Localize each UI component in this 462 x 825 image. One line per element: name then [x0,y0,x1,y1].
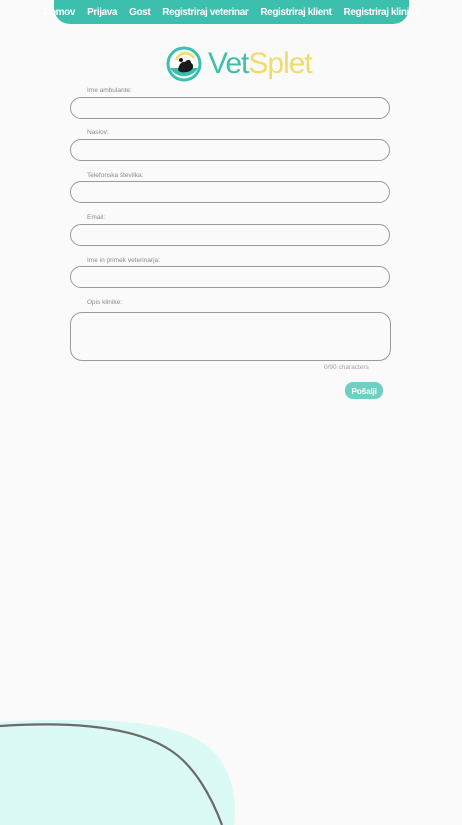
clinic-name-label: Ime ambulante: [87,87,132,94]
vet-name-input[interactable] [70,266,390,288]
logo-text-splet: Splet [248,47,312,80]
submit-button[interactable]: Pošalji [345,382,383,399]
logo-wordmark: VetSplet [208,46,313,82]
email-input[interactable] [70,224,390,246]
nav-guest[interactable]: Gost [129,7,151,18]
nav-home[interactable]: Domov [43,7,75,18]
nav-login[interactable]: Prijava [87,7,117,18]
clinic-description-label: Opis klinike: [87,299,123,306]
address-input[interactable] [70,139,390,161]
logo-text-vet: Vet [208,47,249,80]
nav-register-vet[interactable]: Registriraj veterinar [162,7,248,18]
top-navbar: Domov Prijava Gost Registriraj veterinar… [43,0,420,24]
phone-input[interactable] [70,181,390,203]
paw-logo-icon [166,46,202,82]
email-label: Email: [87,214,106,221]
vet-name-label: Ime in primek veterinarja: [87,257,160,264]
clinic-description-textarea[interactable] [70,312,391,361]
clinic-name-input[interactable] [70,97,390,119]
decorative-blob [0,720,235,825]
phone-label: Telefonska številka: [87,172,144,179]
vetsplet-logo: VetSplet [166,45,313,83]
nav-register-clinic[interactable]: Registriraj kliniko [344,7,421,18]
character-counter: 0/90 characters [324,364,369,371]
nav-register-client[interactable]: Registriraj klient [260,7,332,18]
address-label: Naslov: [87,129,109,136]
